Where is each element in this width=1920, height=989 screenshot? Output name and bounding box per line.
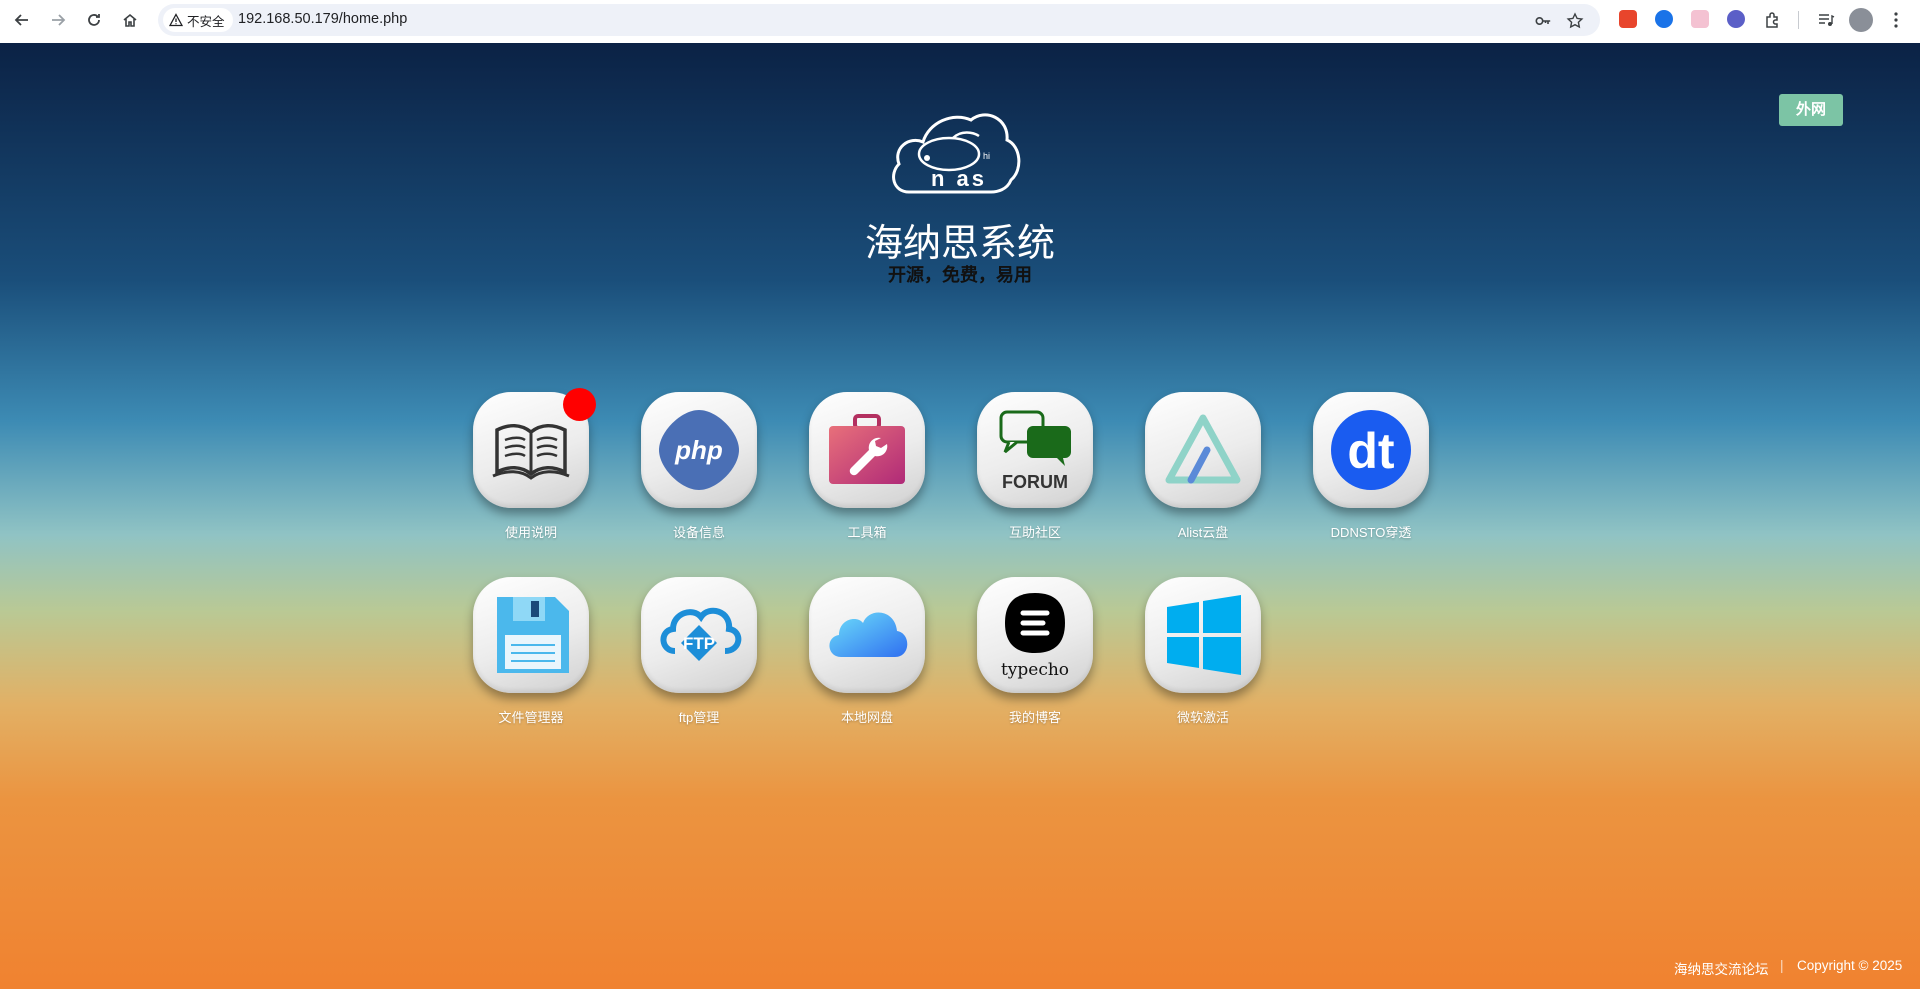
app-label: ftp管理 xyxy=(678,710,720,725)
app-file-manager[interactable]: 文件管理器 xyxy=(451,577,611,737)
bookmark-star-icon[interactable] xyxy=(1566,12,1584,30)
app-label: 我的博客 xyxy=(1008,710,1061,725)
windows-icon[interactable] xyxy=(1145,577,1261,693)
alist-icon[interactable] xyxy=(1145,392,1261,508)
typecho-icon[interactable]: typecho xyxy=(977,577,1093,693)
toolbox-icon[interactable] xyxy=(809,392,925,508)
php-icon[interactable]: php xyxy=(641,392,757,508)
app-forum[interactable]: FORUM 互助社区 xyxy=(955,392,1115,552)
ddnsto-icon[interactable]: dt xyxy=(1313,392,1429,508)
logo-text: n as xyxy=(931,166,987,191)
cloud-icon[interactable] xyxy=(809,577,925,693)
forum-icon[interactable]: FORUM xyxy=(977,392,1093,508)
extension-purple-icon[interactable] xyxy=(1727,10,1745,28)
reload-icon[interactable] xyxy=(82,8,106,32)
forum-text: FORUM xyxy=(1002,472,1068,492)
menu-kebab-icon[interactable] xyxy=(1884,8,1908,32)
ftp-text: FTP xyxy=(683,634,715,653)
app-label: 使用说明 xyxy=(504,525,557,540)
app-device-info[interactable]: php 设备信息 xyxy=(619,392,779,552)
toolbar-divider xyxy=(1798,11,1799,29)
app-label: DDNSTO穿透 xyxy=(1330,525,1412,540)
typecho-text: typecho xyxy=(1001,660,1069,680)
extensions-puzzle-icon[interactable] xyxy=(1761,8,1785,32)
profile-avatar[interactable] xyxy=(1849,8,1873,32)
home-icon[interactable] xyxy=(118,8,142,32)
app-ms-activation[interactable]: 微软激活 xyxy=(1123,577,1283,737)
external-network-button[interactable]: 外网 xyxy=(1779,94,1843,126)
extension-pink-icon[interactable] xyxy=(1691,10,1709,28)
media-control-icon[interactable] xyxy=(1814,8,1838,32)
logo-small-text: hi xyxy=(983,151,990,161)
app-label: 互助社区 xyxy=(1008,525,1061,540)
url-text[interactable]: 192.168.50.179/home.php xyxy=(238,11,407,27)
extension-json-icon[interactable] xyxy=(1619,10,1637,28)
ftp-icon[interactable]: FTP xyxy=(641,577,757,693)
copyright-text: Copyright © 2025 xyxy=(1797,958,1903,973)
footer-divider: | xyxy=(1780,958,1784,973)
ddnsto-text: dt xyxy=(1347,423,1395,479)
page-title: 海纳思系统 xyxy=(864,223,1055,265)
warning-icon xyxy=(169,13,183,27)
notification-dot xyxy=(563,388,596,421)
security-chip[interactable]: 不安全 xyxy=(163,8,233,32)
nas-cloud-logo: hi n as xyxy=(892,113,1021,194)
app-label: 设备信息 xyxy=(672,525,725,540)
app-toolbox[interactable]: 工具箱 xyxy=(787,392,947,552)
address-bar[interactable]: 不安全 192.168.50.179/home.php xyxy=(158,4,1600,36)
app-ddnsto[interactable]: dt DDNSTO穿透 xyxy=(1291,392,1451,552)
extension-download-icon[interactable] xyxy=(1655,10,1673,28)
back-icon[interactable] xyxy=(10,8,34,32)
app-alist[interactable]: Alist云盘 xyxy=(1123,392,1283,552)
app-label: 本地网盘 xyxy=(840,710,893,725)
app-ftp[interactable]: FTP ftp管理 xyxy=(619,577,779,737)
floppy-icon[interactable] xyxy=(473,577,589,693)
browser-toolbar: 不安全 192.168.50.179/home.php xyxy=(0,0,1920,40)
password-key-icon[interactable] xyxy=(1534,12,1552,30)
page-subtitle: 开源，免费，易用 xyxy=(888,265,1032,285)
php-text: php xyxy=(674,435,723,465)
app-label: 微软激活 xyxy=(1176,710,1229,725)
forward-icon[interactable] xyxy=(46,8,70,32)
app-local-drive[interactable]: 本地网盘 xyxy=(787,577,947,737)
app-blog[interactable]: typecho 我的博客 xyxy=(955,577,1115,737)
forum-link[interactable]: 海纳思交流论坛 xyxy=(1674,958,1769,978)
app-label: Alist云盘 xyxy=(1177,525,1229,540)
app-label: 工具箱 xyxy=(847,525,887,540)
security-label: 不安全 xyxy=(187,14,225,29)
app-label: 文件管理器 xyxy=(498,710,564,725)
